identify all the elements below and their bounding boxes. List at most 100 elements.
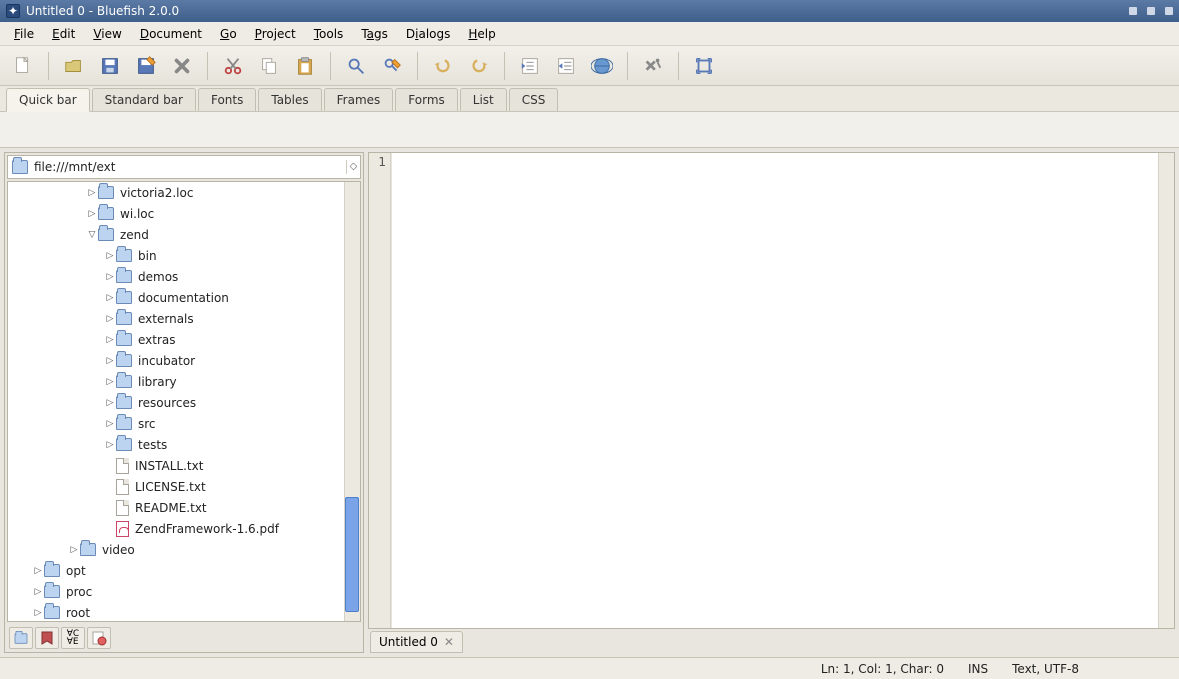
paste-button[interactable] [290,51,320,81]
tree-item[interactable]: ▷bin [8,245,360,266]
tab-forms[interactable]: Forms [395,88,457,111]
tab-quickbar[interactable]: Quick bar [6,88,90,112]
tab-list[interactable]: List [460,88,507,111]
charmap-tab-icon[interactable]: ∀C∀E [61,627,85,649]
scrollbar-thumb[interactable] [345,497,359,612]
filebrowser-tab-icon[interactable] [9,627,33,649]
secondary-tabs: Quick bar Standard bar Fonts Tables Fram… [0,86,1179,112]
tree-item[interactable]: ▷root [8,602,360,621]
close-file-button[interactable] [167,51,197,81]
tree-item[interactable]: ▷externals [8,308,360,329]
indent-button[interactable] [551,51,581,81]
save-as-button[interactable] [131,51,161,81]
expand-icon[interactable]: ▷ [104,419,116,429]
tree-item[interactable]: ▷incubator [8,350,360,371]
tree-item[interactable]: ZendFramework-1.6.pdf [8,518,360,539]
expand-icon[interactable]: ▷ [32,566,44,576]
tree-item[interactable]: ▷tests [8,434,360,455]
tab-standardbar[interactable]: Standard bar [92,88,196,111]
snippets-tab-icon[interactable] [87,627,111,649]
new-file-button[interactable] [8,51,38,81]
tab-tables[interactable]: Tables [258,88,321,111]
menu-project[interactable]: Project [247,25,304,43]
tab-css[interactable]: CSS [509,88,559,111]
menu-edit[interactable]: Edit [44,25,83,43]
tree-item[interactable]: ▷resources [8,392,360,413]
tree-item[interactable]: ▷extras [8,329,360,350]
document-tab[interactable]: Untitled 0 ✕ [370,631,463,653]
tree-scrollbar[interactable] [344,182,360,621]
expand-icon[interactable]: ▷ [86,188,98,198]
bookmarks-tab-icon[interactable] [35,627,59,649]
tab-frames[interactable]: Frames [324,88,394,111]
save-button[interactable] [95,51,125,81]
menu-tags[interactable]: Tags [353,25,396,43]
dropdown-icon[interactable]: ◇ [346,160,360,174]
file-tree[interactable]: ▷victoria2.loc▷wi.loc▽zend▷bin▷demos▷doc… [8,182,360,621]
tree-item[interactable]: ▷proc [8,581,360,602]
file-icon [116,500,129,516]
menu-dialogs[interactable]: Dialogs [398,25,459,43]
expand-icon[interactable]: ▷ [32,587,44,597]
side-panel: file:///mnt/ext ◇ ▷victoria2.loc▷wi.loc▽… [4,152,364,653]
expand-icon[interactable]: ▷ [86,209,98,219]
tree-item[interactable]: INSTALL.txt [8,455,360,476]
separator [207,52,208,80]
tab-fonts[interactable]: Fonts [198,88,256,111]
tree-item[interactable]: ▷wi.loc [8,203,360,224]
unindent-button[interactable] [515,51,545,81]
preferences-button[interactable] [638,51,668,81]
tree-item[interactable]: ▷documentation [8,287,360,308]
find-button[interactable] [341,51,371,81]
minimize-icon[interactable] [1129,7,1137,15]
collapse-icon[interactable]: ▽ [86,230,98,240]
editor-panel: 1 Untitled 0 ✕ [368,152,1175,653]
menu-file[interactable]: File [6,25,42,43]
tree-item[interactable]: ▷opt [8,560,360,581]
maximize-icon[interactable] [1147,7,1155,15]
menu-go[interactable]: Go [212,25,245,43]
expand-icon[interactable]: ▷ [104,293,116,303]
copy-button[interactable] [254,51,284,81]
close-tab-icon[interactable]: ✕ [444,635,454,649]
tree-item[interactable]: ▷video [8,539,360,560]
folder-icon [98,186,114,199]
expand-icon[interactable]: ▷ [104,440,116,450]
tree-item[interactable]: ▷src [8,413,360,434]
separator [417,52,418,80]
app-icon: ✦ [6,4,20,18]
expand-icon[interactable]: ▷ [104,356,116,366]
tree-item[interactable]: ▷library [8,371,360,392]
expand-icon[interactable]: ▷ [104,272,116,282]
expand-icon[interactable]: ▷ [104,314,116,324]
tree-item[interactable]: ▷demos [8,266,360,287]
expand-icon[interactable]: ▷ [68,545,80,555]
fullscreen-button[interactable] [689,51,719,81]
folder-icon [44,606,60,619]
editor-textarea[interactable] [391,153,1158,628]
path-combo[interactable]: file:///mnt/ext ◇ [7,155,361,179]
editor-scrollbar[interactable] [1158,153,1174,628]
find-replace-button[interactable] [377,51,407,81]
menu-document[interactable]: Document [132,25,210,43]
open-file-button[interactable] [59,51,89,81]
folder-icon [44,585,60,598]
menu-tools[interactable]: Tools [306,25,352,43]
undo-button[interactable] [428,51,458,81]
close-icon[interactable] [1165,7,1173,15]
menu-view[interactable]: View [85,25,129,43]
expand-icon[interactable]: ▷ [104,377,116,387]
expand-icon[interactable]: ▷ [104,335,116,345]
menu-help[interactable]: Help [460,25,503,43]
preview-browser-button[interactable] [587,51,617,81]
tree-item[interactable]: ▷victoria2.loc [8,182,360,203]
tree-item[interactable]: ▽zend [8,224,360,245]
redo-button[interactable] [464,51,494,81]
expand-icon[interactable]: ▷ [104,398,116,408]
tree-item[interactable]: README.txt [8,497,360,518]
cut-button[interactable] [218,51,248,81]
expand-icon[interactable]: ▷ [104,251,116,261]
status-encoding: Text, UTF-8 [1000,662,1091,676]
tree-item[interactable]: LICENSE.txt [8,476,360,497]
expand-icon[interactable]: ▷ [32,608,44,618]
